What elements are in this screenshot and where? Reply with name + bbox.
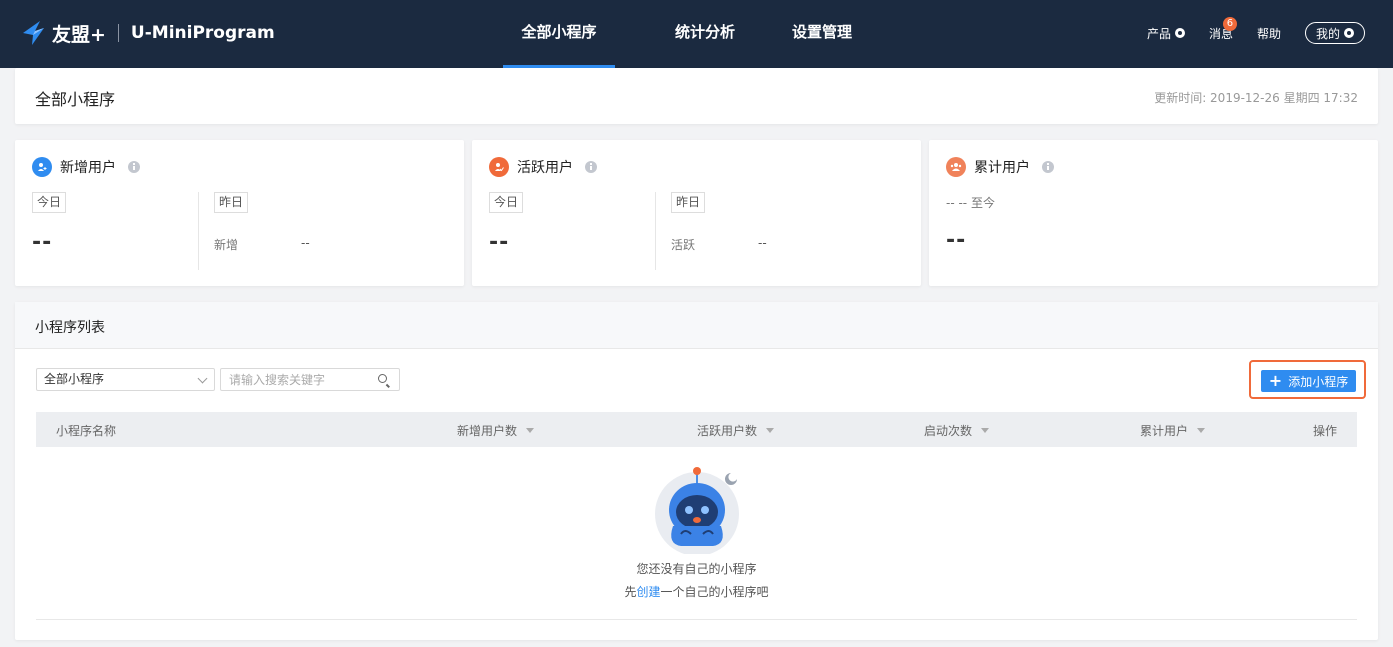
- column-launches[interactable]: 启动次数: [924, 422, 990, 439]
- add-button-highlight: + 添加小程序: [1249, 360, 1366, 399]
- stat-header: 活跃用户: [489, 157, 597, 177]
- yesterday-tag: 昨日: [214, 192, 249, 213]
- info-icon[interactable]: [1042, 161, 1054, 173]
- stat-title: 新增用户: [60, 160, 116, 176]
- my-label: 我的: [1315, 26, 1340, 41]
- column-label: 活跃用户数: [697, 424, 758, 438]
- table-bottom-divider: [36, 619, 1357, 620]
- divider: [198, 192, 199, 270]
- column-actions: 操作: [1313, 422, 1337, 439]
- help-label: 帮助: [1256, 26, 1281, 41]
- search-input[interactable]: [221, 369, 371, 390]
- search-icon[interactable]: [378, 374, 387, 383]
- empty-state-message: 您还没有自己的小程序: [636, 562, 757, 576]
- column-name: 小程序名称: [56, 422, 116, 439]
- tab-statistics[interactable]: 统计分析: [633, 0, 777, 68]
- products-menu[interactable]: 产品: [1147, 25, 1185, 42]
- column-label: 启动次数: [924, 424, 973, 438]
- sort-down-icon[interactable]: [766, 428, 775, 433]
- add-button-label: 添加小程序: [1288, 374, 1349, 389]
- today-value: --: [32, 230, 53, 255]
- stat-card-active-users: 活跃用户 今日 -- 昨日 活跃 --: [472, 140, 921, 286]
- help-link[interactable]: 帮助: [1257, 25, 1281, 42]
- search-box: [220, 368, 400, 391]
- column-new-users[interactable]: 新增用户数: [457, 422, 535, 439]
- users-group-icon: [946, 157, 966, 177]
- sort-down-icon[interactable]: [981, 428, 990, 433]
- empty-state-robot-icon: [647, 464, 747, 557]
- plus-icon: +: [1268, 371, 1283, 390]
- brand-name: 友盟+: [52, 23, 106, 46]
- top-navbar: 友盟+ U-MiniProgram 全部小程序 统计分析 设置管理 产品 消息 …: [0, 0, 1393, 68]
- sort-down-icon[interactable]: [1197, 428, 1206, 433]
- page-header: 全部小程序 更新时间: 2019-12-26 星期四 17:32: [15, 68, 1378, 124]
- stat-card-new-users: 新增用户 今日 -- 昨日 新增 --: [15, 140, 464, 286]
- user-add-icon: [32, 157, 52, 177]
- sub-label: 活跃: [671, 238, 696, 252]
- list-header: 小程序列表: [15, 302, 1378, 349]
- product-name: U-MiniProgram: [130, 23, 275, 43]
- stat-title: 累计用户: [974, 160, 1030, 176]
- chevron-down-icon: [197, 373, 208, 384]
- total-value: --: [946, 228, 967, 253]
- tab-all-miniprograms[interactable]: 全部小程序: [503, 0, 615, 68]
- stat-card-total-users: 累计用户 -- -- 至今 --: [929, 140, 1378, 286]
- empty-state-cta: 先创建一个自己的小程序吧: [15, 583, 1378, 600]
- column-label: 累计用户: [1140, 424, 1189, 438]
- divider: [655, 192, 656, 270]
- brand-logo[interactable]: 友盟+ U-MiniProgram: [20, 18, 275, 48]
- messages-menu[interactable]: 消息 6: [1209, 16, 1237, 42]
- today-tag: 今日: [32, 192, 67, 213]
- logo-divider: [117, 24, 119, 42]
- user-active-icon: [489, 157, 509, 177]
- update-time: 更新时间: 2019-12-26 星期四 17:32: [1154, 91, 1358, 105]
- sub-value: --: [758, 236, 767, 250]
- stat-title: 活跃用户: [517, 160, 573, 176]
- page-title: 全部小程序: [35, 90, 116, 109]
- list-title: 小程序列表: [35, 320, 105, 336]
- miniprogram-list-panel: 小程序列表 全部小程序 + 添加小程序 小程序名称 新增用户数 活跃用户数 启动…: [15, 302, 1378, 640]
- stat-header: 累计用户: [946, 157, 1054, 177]
- products-label: 产品: [1146, 26, 1171, 41]
- sub-value: --: [301, 236, 310, 250]
- today-tag: 今日: [489, 192, 524, 213]
- cta-prefix: 先: [624, 585, 637, 599]
- right-nav: 产品 消息 6 帮助 我的: [1147, 16, 1365, 44]
- my-account-button[interactable]: 我的: [1304, 22, 1365, 44]
- miniprogram-filter-select[interactable]: 全部小程序: [36, 368, 215, 391]
- message-count-badge: 6: [1222, 16, 1237, 31]
- tab-settings[interactable]: 设置管理: [777, 0, 867, 68]
- filter-selected-value: 全部小程序: [44, 372, 105, 386]
- column-active-users[interactable]: 活跃用户数: [697, 422, 775, 439]
- sort-down-icon[interactable]: [526, 428, 535, 433]
- column-label: 操作: [1313, 424, 1338, 438]
- column-total-users[interactable]: 累计用户: [1140, 422, 1206, 439]
- today-value: --: [489, 230, 510, 255]
- create-link[interactable]: 创建: [636, 585, 660, 599]
- add-miniprogram-button[interactable]: + 添加小程序: [1261, 370, 1356, 392]
- sub-label: 新增: [214, 238, 239, 252]
- info-icon[interactable]: [585, 161, 597, 173]
- dropdown-dot-icon: [1344, 28, 1354, 38]
- date-range: -- -- 至今: [946, 196, 995, 210]
- main-nav: 全部小程序 统计分析 设置管理: [503, 0, 867, 68]
- column-label: 小程序名称: [56, 424, 117, 438]
- dropdown-dot-icon: [1174, 28, 1185, 38]
- stat-header: 新增用户: [32, 157, 140, 177]
- umeng-bird-icon: [23, 21, 44, 45]
- info-icon[interactable]: [128, 161, 140, 173]
- yesterday-tag: 昨日: [671, 192, 706, 213]
- table-header: 小程序名称 新增用户数 活跃用户数 启动次数 累计用户 操作: [36, 412, 1357, 447]
- column-label: 新增用户数: [457, 424, 518, 438]
- cta-suffix: 一个自己的小程序吧: [660, 585, 769, 599]
